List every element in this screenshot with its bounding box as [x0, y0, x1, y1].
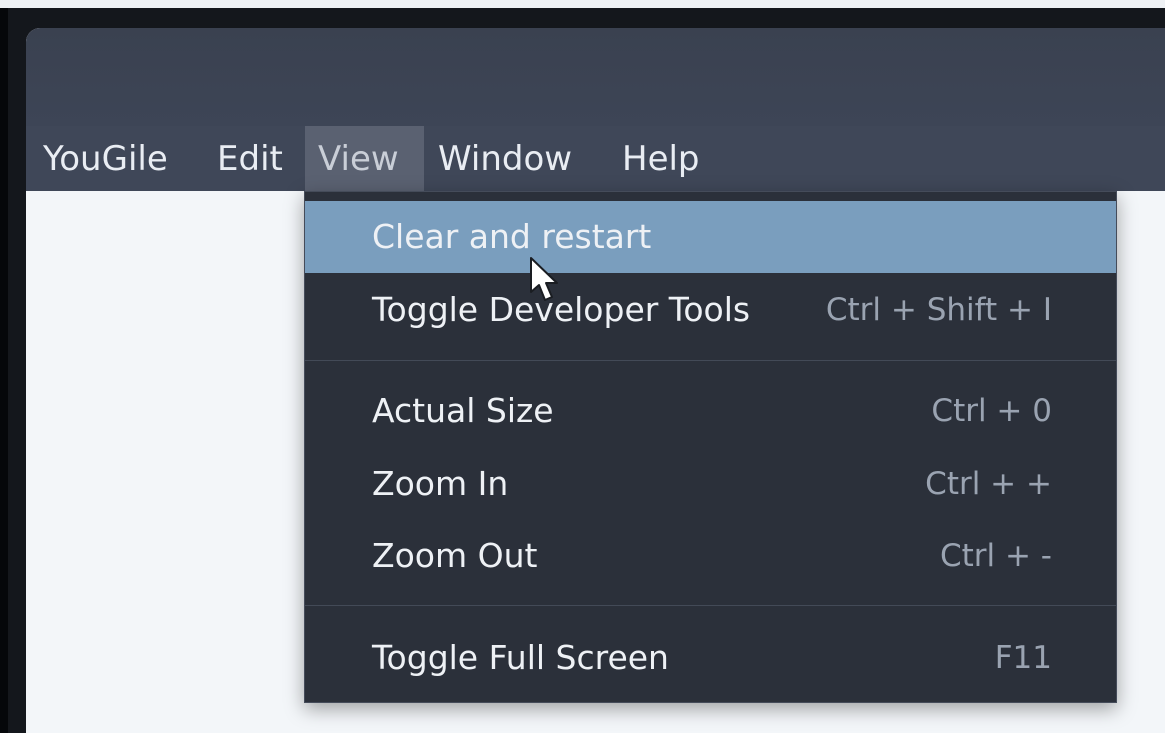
mouse-pointer-icon	[530, 257, 558, 301]
menu-item-shortcut: Ctrl + +	[925, 466, 1052, 502]
menu-edit[interactable]: Edit	[204, 126, 296, 191]
menu-item-shortcut: Ctrl + Shift + I	[825, 292, 1052, 328]
menu-item-toggle-full-screen[interactable]: Toggle Full Screen F11	[305, 622, 1116, 694]
menu-separator	[305, 360, 1116, 361]
menu-view[interactable]: View	[305, 126, 424, 191]
menu-window[interactable]: Window	[425, 126, 585, 191]
menu-item-clear-and-restart[interactable]: Clear and restart	[305, 201, 1116, 273]
screen-left-edge	[0, 8, 8, 733]
menu-item-label: Clear and restart	[372, 217, 652, 256]
menu-item-actual-size[interactable]: Actual Size Ctrl + 0	[305, 375, 1116, 447]
menu-item-zoom-out[interactable]: Zoom Out Ctrl + -	[305, 520, 1116, 592]
screen-top-strip	[0, 0, 1165, 8]
menu-item-label: Actual Size	[372, 391, 554, 430]
menu-item-shortcut: F11	[994, 640, 1052, 676]
menu-bar: YouGile Edit View Window Help	[26, 126, 1165, 191]
menu-item-label: Zoom In	[372, 464, 509, 503]
menu-item-zoom-in[interactable]: Zoom In Ctrl + +	[305, 448, 1116, 520]
menu-item-shortcut: Ctrl + 0	[931, 393, 1052, 429]
window-titlebar[interactable]	[26, 28, 1165, 126]
menu-item-label: Toggle Full Screen	[372, 638, 669, 677]
menu-item-toggle-developer-tools[interactable]: Toggle Developer Tools Ctrl + Shift + I	[305, 274, 1116, 346]
menu-separator	[305, 605, 1116, 606]
menu-item-shortcut: Ctrl + -	[939, 538, 1052, 574]
view-menu-dropdown: Clear and restart Toggle Developer Tools…	[304, 191, 1117, 703]
menu-help[interactable]: Help	[609, 126, 713, 191]
menu-yougile[interactable]: YouGile	[30, 126, 181, 191]
menu-item-label: Zoom Out	[372, 536, 538, 575]
